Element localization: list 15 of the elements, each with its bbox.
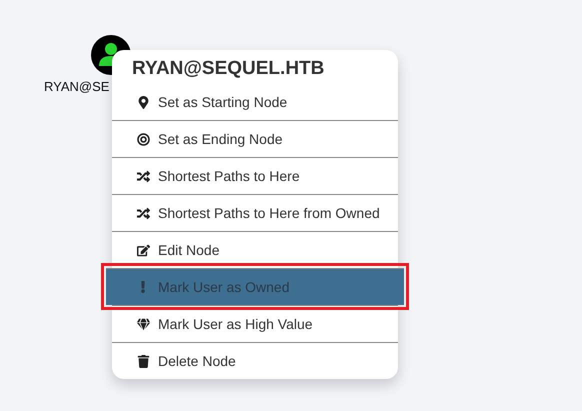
target-icon	[136, 132, 150, 146]
shuffle-icon	[136, 206, 150, 220]
edit-icon	[136, 244, 150, 256]
shuffle-icon	[136, 170, 150, 182]
menu-item[interactable]: Shortest Paths to Here	[112, 157, 398, 194]
menu-item[interactable]: Delete Node	[112, 342, 398, 379]
gem-icon	[136, 318, 150, 330]
menu-item[interactable]: Shortest Paths to Here from Owned	[112, 194, 398, 231]
menu-item[interactable]: Set as Ending Node	[112, 120, 398, 157]
map-pin-icon	[136, 96, 150, 108]
menu-item[interactable]: Mark User as High Value	[112, 305, 398, 342]
menu-item[interactable]: Set as Starting Node	[112, 84, 398, 120]
menu-title: RYAN@SEQUEL.HTB	[131, 57, 326, 81]
trash-icon	[136, 354, 150, 368]
node-label: RYAN@SE	[44, 79, 110, 94]
